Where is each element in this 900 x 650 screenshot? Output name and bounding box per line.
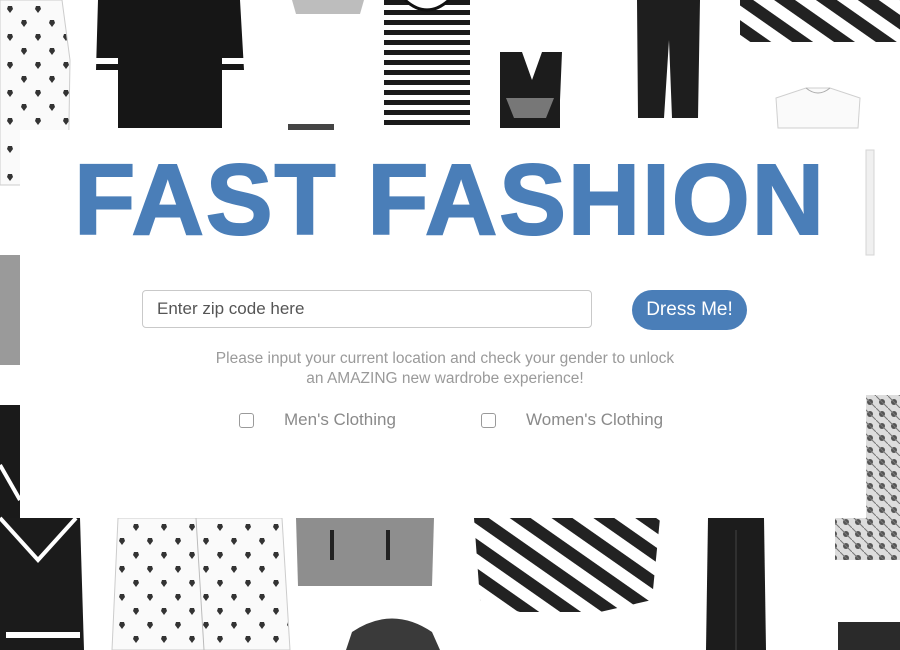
grey-sweater-left xyxy=(0,255,20,365)
zip-code-input[interactable] xyxy=(142,290,592,328)
sports-bra-top xyxy=(500,52,562,128)
printed-shirt-bottom xyxy=(111,517,291,650)
black-dress-top xyxy=(96,0,244,128)
mens-clothing-option[interactable]: Men's Clothing xyxy=(239,408,396,432)
instructions-text: Please input your current location and c… xyxy=(150,349,740,389)
striped-tank-top xyxy=(384,0,470,128)
black-vneck-left xyxy=(0,405,22,518)
patterned-top-right xyxy=(866,395,900,518)
black-vneck-sweater-bottom xyxy=(0,516,84,650)
womens-clothing-checkbox[interactable] xyxy=(481,412,496,428)
dress-me-button[interactable]: Dress Me! xyxy=(632,290,747,330)
instructions-line-1: Please input your current location and c… xyxy=(215,350,675,367)
mens-clothing-checkbox[interactable] xyxy=(239,412,254,428)
grey-jacket-bottom xyxy=(296,518,434,586)
white-tshirt-top-right xyxy=(775,87,861,129)
black-trousers-bottom xyxy=(706,518,766,650)
striped-blouse-bottom xyxy=(474,518,660,612)
black-trousers-top xyxy=(637,0,700,118)
womens-clothing-label: Women's Clothing xyxy=(526,410,664,429)
striped-top-top-right xyxy=(740,0,900,42)
patterned-skirt-bottom xyxy=(835,518,900,560)
womens-clothing-option[interactable]: Women's Clothing xyxy=(481,408,663,432)
grey-skirt-top xyxy=(292,0,364,14)
black-tank-bottom-right xyxy=(838,622,900,650)
dark-top-bottom xyxy=(346,618,440,650)
instructions-line-2: an AMAZING new wardrobe experience! xyxy=(306,370,584,387)
page-title: FAST FASHION xyxy=(73,144,826,256)
mens-clothing-label: Men's Clothing xyxy=(284,410,396,429)
